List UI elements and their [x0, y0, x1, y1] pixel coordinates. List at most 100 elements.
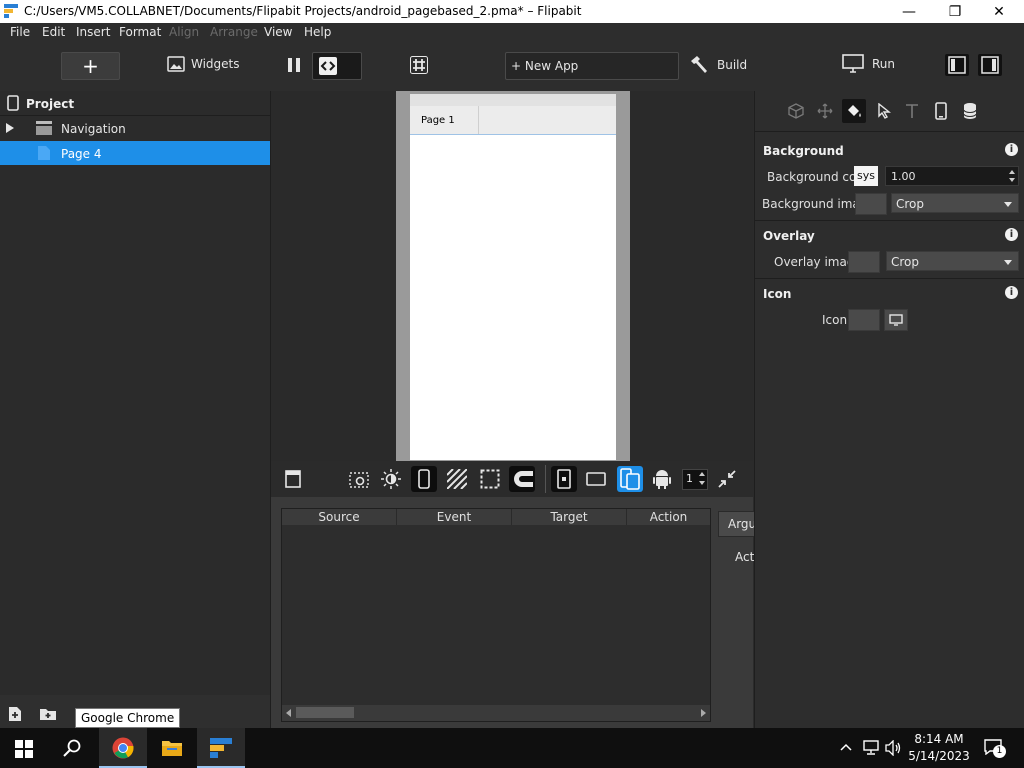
move-icon[interactable]: [817, 103, 833, 119]
page-tab-page-1[interactable]: Page 1: [410, 106, 479, 134]
cube-icon[interactable]: [788, 103, 804, 119]
snap-magnet-button[interactable]: [509, 466, 535, 492]
pause-button[interactable]: [286, 57, 302, 73]
scroll-left-icon[interactable]: [286, 709, 291, 717]
events-table[interactable]: Source Event Target Action: [281, 508, 711, 722]
grid-button[interactable]: [410, 56, 428, 77]
spin-up-icon[interactable]: [699, 472, 705, 476]
project-header: Project: [0, 91, 270, 116]
menu-bar: File Edit Insert Format Align Arrange Vi…: [0, 23, 1024, 41]
add-folder-icon[interactable]: [39, 707, 57, 721]
section-divider: [755, 220, 1024, 221]
project-panel: Project Navigation Page 4: [0, 91, 271, 728]
column-header-source[interactable]: Source: [282, 509, 397, 525]
icon-image-swatch[interactable]: [848, 309, 880, 331]
menu-file[interactable]: File: [10, 25, 30, 39]
navigation-icon: [36, 121, 52, 135]
camera-icon: [349, 472, 369, 488]
arguments-tab[interactable]: Argu: [718, 511, 755, 537]
tree-item-page-4[interactable]: Page 4: [0, 141, 270, 165]
collapse-button[interactable]: [714, 466, 740, 492]
column-header-action[interactable]: Action: [627, 509, 710, 525]
hatch-pattern-button[interactable]: [444, 466, 470, 492]
new-app-selector[interactable]: + New App: [505, 52, 679, 80]
clock-time[interactable]: 8:14 AM: [906, 732, 972, 746]
add-page-icon[interactable]: [8, 706, 22, 722]
run-label: Run: [872, 57, 896, 71]
portrait-button[interactable]: [551, 466, 577, 492]
spin-up-icon[interactable]: [1009, 170, 1015, 174]
background-color-swatch[interactable]: sys: [854, 166, 878, 186]
code-view-toggle[interactable]: [312, 52, 362, 80]
tree-item-navigation[interactable]: Navigation: [0, 116, 270, 140]
scroll-right-icon[interactable]: [701, 709, 706, 717]
device-screen[interactable]: Page 1: [410, 94, 616, 460]
page-properties-button[interactable]: [280, 466, 306, 492]
menu-insert[interactable]: Insert: [76, 25, 110, 39]
overlay-image-swatch[interactable]: [848, 251, 880, 273]
windows-start-icon[interactable]: [15, 740, 33, 758]
screenshot-button[interactable]: [346, 466, 372, 492]
menu-view[interactable]: View: [264, 25, 292, 39]
overlay-image-mode-dropdown[interactable]: Crop: [886, 251, 1019, 271]
brightness-button[interactable]: [378, 466, 404, 492]
volume-icon[interactable]: [885, 740, 901, 756]
multi-device-button[interactable]: [617, 466, 643, 492]
network-icon[interactable]: [862, 740, 880, 756]
opacity-spinbox[interactable]: 1.00: [885, 166, 1019, 186]
expand-arrow-icon[interactable]: [6, 123, 14, 133]
info-icon[interactable]: i: [1005, 143, 1018, 156]
horizontal-scrollbar[interactable]: [282, 705, 710, 721]
selection-button[interactable]: [477, 466, 503, 492]
menu-edit[interactable]: Edit: [42, 25, 65, 39]
maximize-button[interactable]: ❐: [932, 0, 978, 23]
text-icon[interactable]: [905, 103, 919, 119]
search-icon[interactable]: [63, 739, 81, 757]
column-header-target[interactable]: Target: [512, 509, 627, 525]
menu-align[interactable]: Align: [169, 25, 199, 39]
toggle-right-panel-button[interactable]: [978, 54, 1002, 76]
close-button[interactable]: ✕: [976, 0, 1022, 23]
info-icon[interactable]: i: [1005, 286, 1018, 299]
pause-icon: [288, 58, 300, 72]
zoom-spinbox[interactable]: 1: [682, 469, 708, 490]
scrollbar-thumb[interactable]: [296, 707, 354, 718]
column-header-event[interactable]: Event: [397, 509, 512, 525]
run-button[interactable]: Run: [842, 54, 895, 74]
flipabit-taskbar-button[interactable]: [197, 728, 245, 768]
database-icon[interactable]: [963, 102, 977, 120]
windows-taskbar: 8:14 AM 5/14/2023 1: [0, 728, 1024, 768]
widgets-button[interactable]: Widgets: [167, 56, 240, 72]
toggle-left-panel-button[interactable]: [945, 54, 969, 76]
menu-help[interactable]: Help: [304, 25, 331, 39]
background-image-swatch[interactable]: [855, 193, 887, 215]
menu-format[interactable]: Format: [119, 25, 161, 39]
spin-down-icon[interactable]: [1009, 178, 1015, 182]
right-panel-icon: [981, 56, 999, 74]
background-image-mode-dropdown[interactable]: Crop: [891, 193, 1019, 213]
flipabit-icon: [210, 738, 232, 758]
build-button[interactable]: Build: [689, 55, 747, 75]
chevron-up-icon[interactable]: [840, 743, 852, 751]
menu-arrange[interactable]: Arrange: [210, 25, 258, 39]
chrome-taskbar-button[interactable]: [99, 728, 147, 768]
info-icon[interactable]: i: [1005, 228, 1018, 241]
design-canvas[interactable]: Page 1: [271, 91, 753, 461]
icon-device-button[interactable]: [884, 309, 908, 331]
minimize-icon: —: [902, 3, 916, 20]
spin-down-icon[interactable]: [699, 481, 705, 485]
notifications-button[interactable]: 1: [984, 739, 1008, 759]
paint-bucket-icon: [848, 105, 861, 117]
monitor-icon: [842, 54, 864, 73]
chevron-down-icon: [1004, 202, 1012, 207]
fill-style-tab[interactable]: [842, 99, 866, 123]
landscape-button[interactable]: [583, 466, 609, 492]
minimize-button[interactable]: —: [886, 0, 932, 23]
pointer-icon[interactable]: [877, 103, 891, 119]
android-button[interactable]: [649, 466, 675, 492]
file-explorer-taskbar-button[interactable]: [148, 728, 196, 768]
add-page-button[interactable]: +: [61, 52, 120, 80]
mobile-icon[interactable]: [935, 102, 947, 120]
device-view-button[interactable]: [411, 466, 437, 492]
clock-date[interactable]: 5/14/2023: [906, 749, 972, 763]
